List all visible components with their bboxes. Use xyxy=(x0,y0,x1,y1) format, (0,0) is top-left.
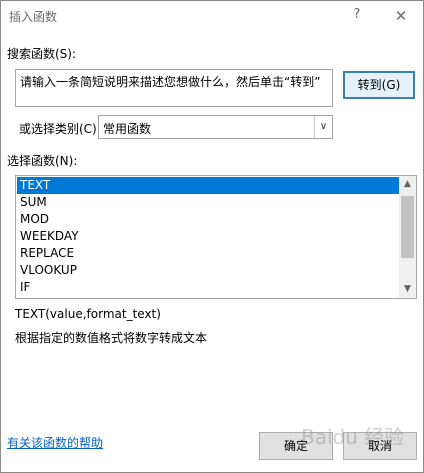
scrollbar-thumb[interactable] xyxy=(401,196,414,258)
function-list-item-weekday[interactable]: WEEKDAY xyxy=(17,228,399,245)
function-signature: TEXT(value,format_text) xyxy=(15,307,161,321)
goto-button[interactable]: 转到(G) xyxy=(343,71,415,99)
dialog-title: 插入函数 xyxy=(9,10,58,24)
watermark-logo: Baidu 经验 xyxy=(301,425,405,449)
scroll-down-icon[interactable]: ▼ xyxy=(399,281,416,298)
search-function-label: 搜索函数(S): xyxy=(7,47,77,61)
close-icon[interactable]: ✕ xyxy=(390,5,412,27)
function-list-item-sum[interactable]: SUM xyxy=(17,194,399,211)
help-icon[interactable]: ? xyxy=(349,7,365,22)
select-function-label: 选择函数(N): xyxy=(7,154,78,168)
chevron-down-icon[interactable]: ∨ xyxy=(314,116,332,138)
search-function-input[interactable]: 请输入一条简短说明来描述您想做什么，然后单击“转到” xyxy=(15,69,333,107)
insert-function-dialog: 插入函数 ? ✕ 搜索函数(S): 请输入一条简短说明来描述您想做什么，然后单击… xyxy=(0,0,424,473)
category-value: 常用函数 xyxy=(103,122,152,136)
category-select[interactable]: 常用函数 ∨ xyxy=(98,115,333,139)
search-function-text: 请输入一条简短说明来描述您想做什么，然后单击“转到” xyxy=(20,75,321,89)
title-bar: 插入函数 ? ✕ xyxy=(1,1,423,33)
function-list-item-replace[interactable]: REPLACE xyxy=(17,245,399,262)
scroll-up-icon[interactable]: ▲ xyxy=(399,176,416,193)
category-label: 或选择类别(C): xyxy=(19,122,101,136)
function-list-item-vlookup[interactable]: VLOOKUP xyxy=(17,262,399,279)
function-description: 根据指定的数值格式将数字转成文本 xyxy=(15,331,208,345)
function-list[interactable]: TEXT SUM MOD WEEKDAY REPLACE VLOOKUP IF … xyxy=(15,175,417,299)
function-list-scrollbar[interactable]: ▲ ▼ xyxy=(399,176,416,298)
function-list-item-if[interactable]: IF xyxy=(17,279,399,296)
function-list-item-text[interactable]: TEXT xyxy=(17,177,399,194)
function-help-link[interactable]: 有关该函数的帮助 xyxy=(7,434,103,451)
function-list-item-mod[interactable]: MOD xyxy=(17,211,399,228)
